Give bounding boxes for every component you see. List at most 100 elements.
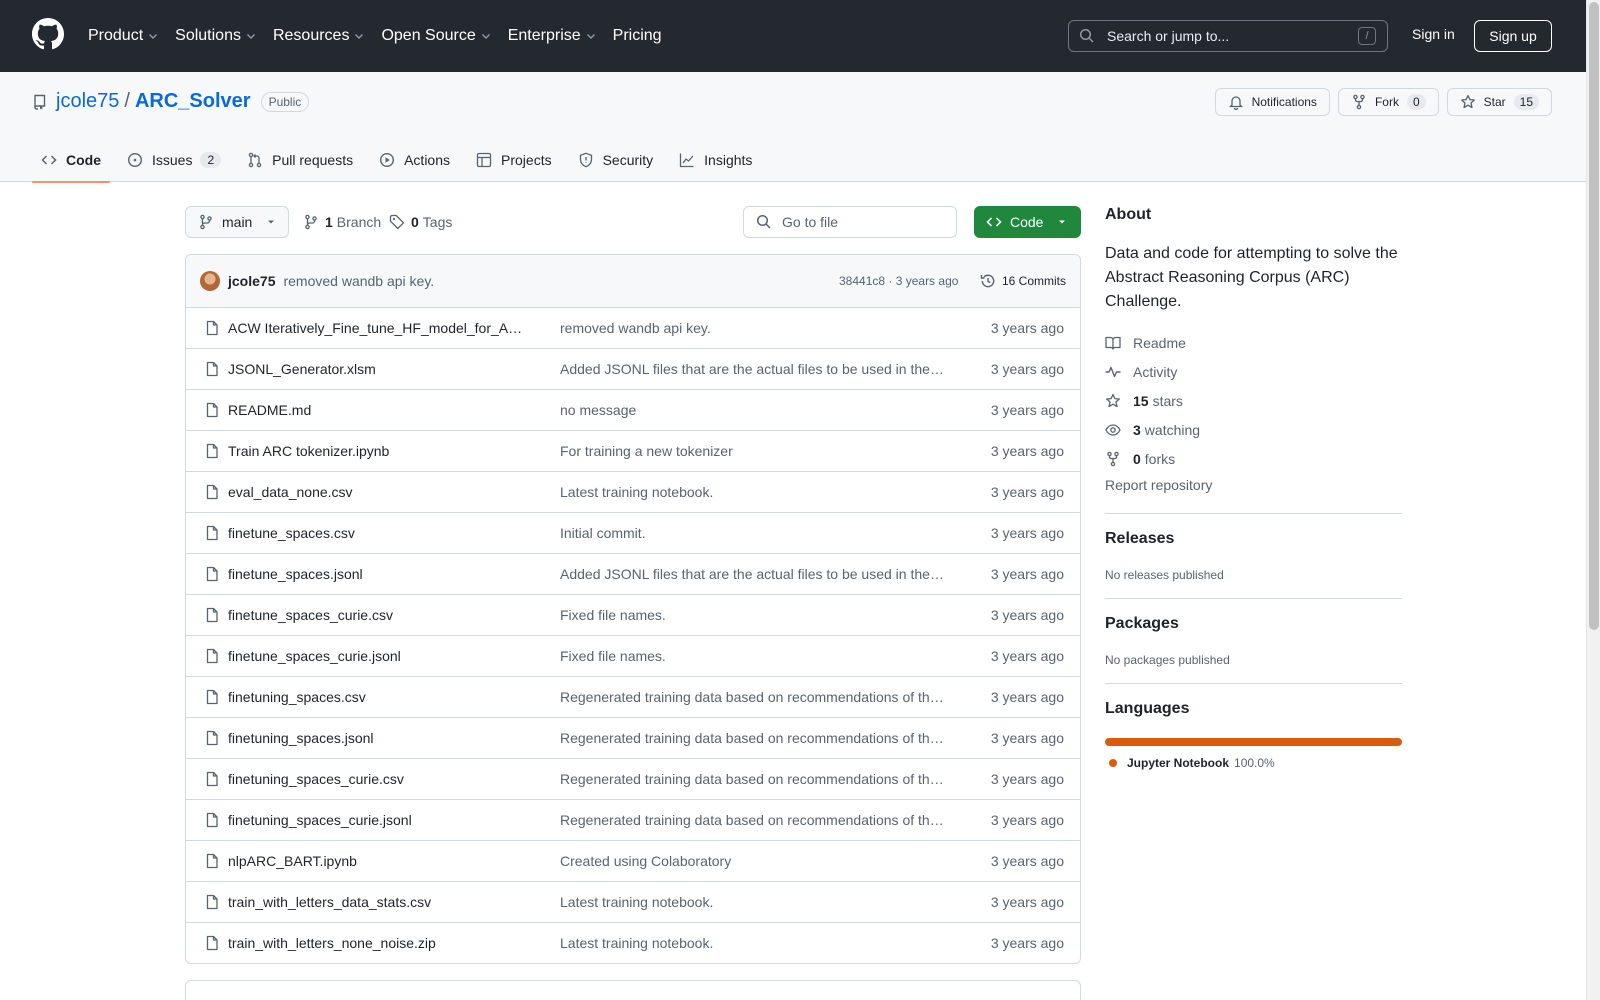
file-name-link[interactable]: finetuning_spaces_curie.csv bbox=[228, 771, 528, 787]
languages-heading: Languages bbox=[1105, 700, 1190, 717]
file-commit-message-link[interactable]: Added JSONL files that are the actual fi… bbox=[560, 566, 945, 582]
file-commit-message-link[interactable]: Latest training notebook. bbox=[560, 935, 945, 951]
file-commit-message-link[interactable]: Regenerated training data based on recom… bbox=[560, 730, 945, 746]
repo-name-link[interactable]: ARC_Solver bbox=[135, 90, 251, 113]
file-name-link[interactable]: eval_data_none.csv bbox=[228, 484, 528, 500]
code-icon bbox=[41, 152, 57, 168]
file-commit-message-link[interactable]: Initial commit. bbox=[560, 525, 945, 541]
activity-label: Activity bbox=[1133, 363, 1178, 380]
nav-open-source[interactable]: Open Source bbox=[381, 27, 490, 45]
file-commit-message-link[interactable]: Fixed file names. bbox=[560, 607, 945, 623]
go-to-file-input[interactable]: Go to file bbox=[743, 206, 957, 238]
nav-solutions[interactable]: Solutions bbox=[175, 27, 256, 45]
file-name-link[interactable]: finetune_spaces_curie.csv bbox=[228, 607, 528, 623]
tab-security[interactable]: Security bbox=[569, 138, 663, 182]
file-commit-message-link[interactable]: Fixed file names. bbox=[560, 648, 945, 664]
stars-link[interactable]: 15 stars bbox=[1105, 386, 1402, 415]
file-commit-message-link[interactable]: For training a new tokenizer bbox=[560, 443, 945, 459]
file-commit-message-link[interactable]: Regenerated training data based on recom… bbox=[560, 812, 945, 828]
tags-link[interactable]: 0 Tags bbox=[389, 214, 452, 230]
search-shortcut-hint: / bbox=[1358, 27, 1376, 45]
page-scrollbar[interactable] bbox=[1586, 0, 1600, 1000]
tab-actions[interactable]: Actions bbox=[370, 138, 459, 182]
file-icon bbox=[204, 730, 220, 746]
file-commit-message-link[interactable]: Added JSONL files that are the actual fi… bbox=[560, 361, 945, 377]
graph-icon bbox=[679, 152, 695, 168]
commits-link[interactable]: 16 Commits bbox=[980, 273, 1066, 289]
sign-up-button[interactable]: Sign up bbox=[1474, 20, 1552, 52]
file-commit-message-link[interactable]: Regenerated training data based on recom… bbox=[560, 689, 945, 705]
file-commit-message-link[interactable]: Created using Colaboratory bbox=[560, 853, 945, 869]
file-commit-message-link[interactable]: removed wandb api key. bbox=[560, 320, 945, 336]
table-row: eval_data_none.csv Latest training notebo… bbox=[186, 472, 1080, 513]
file-name-link[interactable]: finetune_spaces_curie.jsonl bbox=[228, 648, 528, 664]
eye-icon bbox=[1105, 422, 1133, 438]
commit-sha-age[interactable]: 38441c8 · 3 years ago bbox=[839, 274, 958, 288]
file-name-link[interactable]: finetune_spaces.csv bbox=[228, 525, 528, 541]
file-commit-age: 3 years ago bbox=[990, 361, 1064, 377]
fork-icon bbox=[1351, 94, 1367, 110]
file-commit-message-link[interactable]: Regenerated training data based on recom… bbox=[560, 771, 945, 787]
star-button[interactable]: Star 15 bbox=[1446, 88, 1552, 116]
nav-enterprise[interactable]: Enterprise bbox=[508, 27, 596, 45]
tab-projects[interactable]: Projects bbox=[467, 138, 561, 182]
file-name-link[interactable]: ACW Iteratively_Fine_tune_HF_model_for_A… bbox=[228, 320, 528, 336]
releases-heading[interactable]: Releases bbox=[1105, 530, 1402, 548]
nav-product[interactable]: Product bbox=[88, 27, 158, 45]
commit-message-link[interactable]: removed wandb api key. bbox=[283, 273, 434, 289]
scrollbar-thumb[interactable] bbox=[1589, 2, 1599, 630]
report-repository-link[interactable]: Report repository bbox=[1105, 477, 1402, 497]
nav-resources[interactable]: Resources bbox=[273, 27, 364, 45]
file-commit-message-link[interactable]: Latest training notebook. bbox=[560, 894, 945, 910]
tab-code[interactable]: Code bbox=[32, 138, 110, 183]
code-dropdown-button[interactable]: Code bbox=[974, 206, 1081, 238]
file-name-link[interactable]: README.md bbox=[228, 402, 528, 418]
tab-insights[interactable]: Insights bbox=[670, 138, 761, 182]
table-row: finetuning_spaces.csv Regenerated trainin… bbox=[186, 677, 1080, 718]
readme-link[interactable]: Readme bbox=[1105, 328, 1402, 357]
fork-count: 0 bbox=[1406, 94, 1426, 110]
branch-select-button[interactable]: main bbox=[185, 206, 290, 238]
tab-pull-requests[interactable]: Pull requests bbox=[238, 138, 362, 182]
tab-code-label: Code bbox=[66, 152, 101, 168]
tab-issues[interactable]: Issues 2 bbox=[118, 138, 230, 182]
commit-author-link[interactable]: jcole75 bbox=[228, 273, 275, 289]
file-name-link[interactable]: finetune_spaces.jsonl bbox=[228, 566, 528, 582]
nav-product-label: Product bbox=[88, 27, 144, 44]
repo-owner-link[interactable]: jcole75 bbox=[56, 90, 119, 113]
go-to-file-placeholder: Go to file bbox=[782, 214, 839, 230]
table-row: train_with_letters_data_stats.csv Latest … bbox=[186, 882, 1080, 923]
sign-in-link[interactable]: Sign in bbox=[1412, 26, 1455, 42]
file-name-link[interactable]: train_with_letters_none_noise.zip bbox=[228, 935, 528, 951]
notifications-button[interactable]: Notifications bbox=[1214, 88, 1330, 116]
branches-link[interactable]: 1 Branch bbox=[303, 214, 381, 230]
file-name-link[interactable]: nlpARC_BART.ipynb bbox=[228, 853, 528, 869]
nav-pricing[interactable]: Pricing bbox=[613, 27, 662, 45]
forks-link[interactable]: 0 forks bbox=[1105, 444, 1402, 473]
file-name-link[interactable]: train_with_letters_data_stats.csv bbox=[228, 894, 528, 910]
table-row: finetune_spaces_curie.jsonl Fixed file na… bbox=[186, 636, 1080, 677]
avatar[interactable] bbox=[200, 271, 220, 291]
chevron-down-icon bbox=[481, 31, 491, 41]
file-name-link[interactable]: finetuning_spaces.csv bbox=[228, 689, 528, 705]
file-commit-message-link[interactable]: no message bbox=[560, 402, 945, 418]
packages-heading[interactable]: Packages bbox=[1105, 615, 1402, 633]
file-commit-age: 3 years ago bbox=[990, 402, 1064, 418]
activity-link[interactable]: Activity bbox=[1105, 357, 1402, 386]
file-commit-age: 3 years ago bbox=[990, 484, 1064, 500]
file-name-link[interactable]: finetuning_spaces_curie.jsonl bbox=[228, 812, 528, 828]
watching-link[interactable]: 3 watching bbox=[1105, 415, 1402, 444]
latest-commit-bar: jcole75 removed wandb api key. 38441c8 ·… bbox=[186, 255, 1080, 308]
github-logo-icon[interactable] bbox=[32, 18, 64, 50]
global-search-input[interactable]: Search or jump to... / bbox=[1068, 20, 1388, 52]
file-name-link[interactable]: finetuning_spaces.jsonl bbox=[228, 730, 528, 746]
file-commit-age: 3 years ago bbox=[990, 730, 1064, 746]
table-row: ACW Iteratively_Fine_tune_HF_model_for_A… bbox=[186, 308, 1080, 349]
bell-icon bbox=[1228, 94, 1244, 110]
file-commit-message-link[interactable]: Latest training notebook. bbox=[560, 484, 945, 500]
file-name-link[interactable]: Train ARC tokenizer.ipynb bbox=[228, 443, 528, 459]
file-name-link[interactable]: JSONL_Generator.xlsm bbox=[228, 361, 528, 377]
repo-header: jcole75 / ARC_Solver Public Notification… bbox=[0, 72, 1586, 183]
language-item[interactable]: Jupyter Notebook 100.0% bbox=[1105, 756, 1402, 770]
fork-button[interactable]: Fork 0 bbox=[1337, 88, 1439, 116]
